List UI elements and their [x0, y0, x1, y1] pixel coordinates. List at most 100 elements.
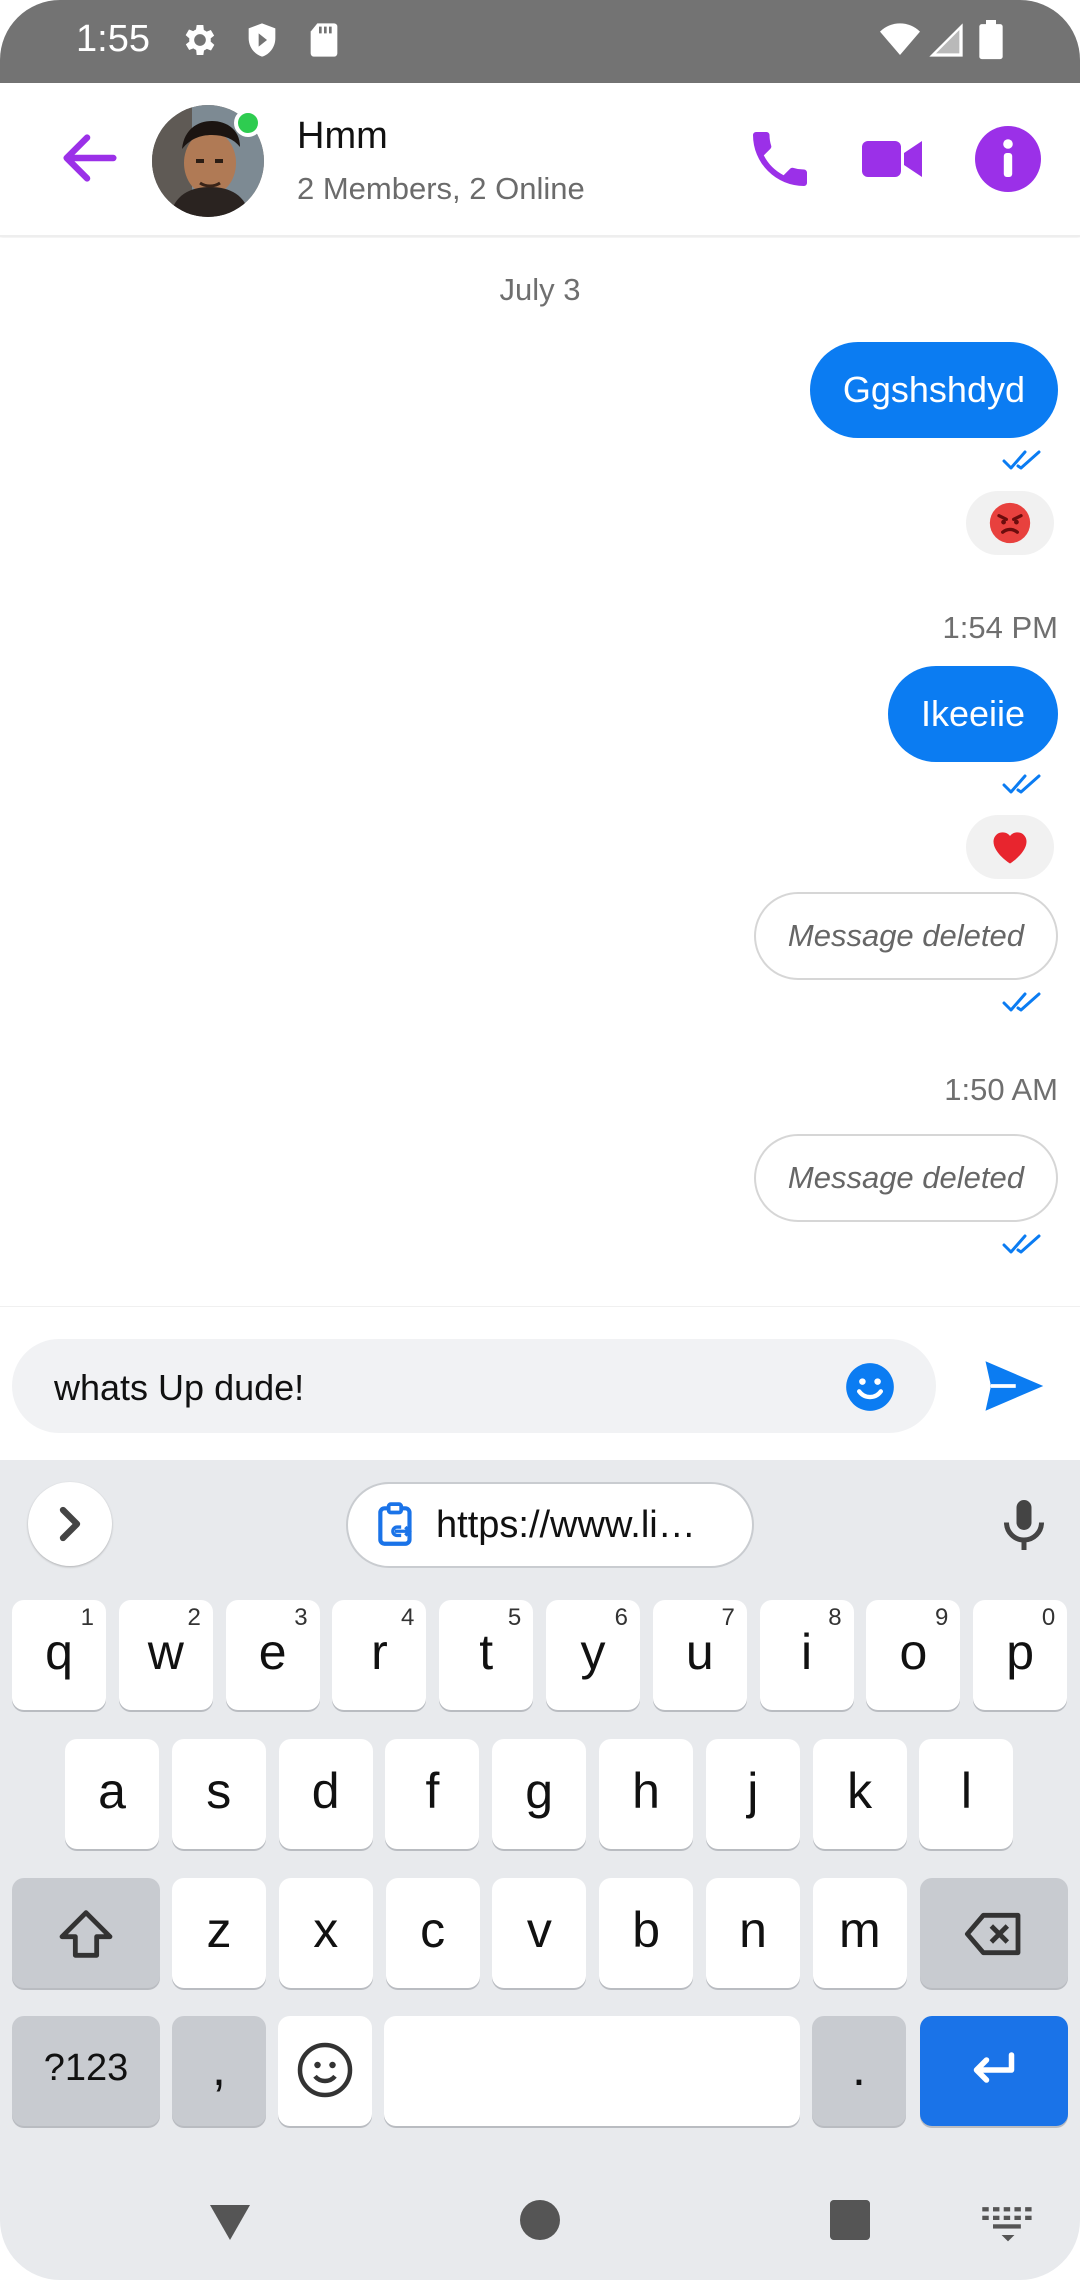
comma-key[interactable]: , — [172, 2016, 266, 2126]
date-separator: July 3 — [499, 272, 581, 307]
period-key[interactable]: . — [812, 2016, 906, 2126]
emoji-button[interactable] — [844, 1361, 896, 1413]
key-q[interactable]: q1 — [12, 1600, 106, 1710]
enter-arrow-icon — [973, 2052, 1015, 2083]
key-i[interactable]: i8 — [759, 1600, 854, 1710]
shift-key[interactable] — [12, 1878, 160, 1988]
message-reaction[interactable] — [966, 491, 1054, 555]
sent-message-bubble[interactable]: Ikeeiie — [887, 666, 1058, 762]
key-x[interactable]: x — [278, 1878, 373, 1988]
keyboard-toolbar-expand-button[interactable] — [28, 1482, 112, 1566]
keyboard-switch-button[interactable] — [978, 2190, 1048, 2250]
voice-input-button[interactable] — [994, 1490, 1054, 1560]
key-u[interactable]: u7 — [652, 1600, 747, 1710]
key-p[interactable]: p0 — [973, 1600, 1068, 1710]
read-receipt-icon — [1002, 774, 1041, 794]
arrow-left-icon — [63, 134, 117, 182]
key-number-hint: 5 — [507, 1604, 522, 1631]
emoji-key[interactable] — [278, 2016, 372, 2126]
deleted-message-bubble[interactable]: Message deleted — [753, 892, 1058, 980]
key-a[interactable]: a — [65, 1739, 159, 1849]
shield-icon — [242, 20, 282, 60]
voice-call-button[interactable] — [744, 123, 816, 195]
key-h[interactable]: h — [599, 1739, 693, 1849]
recents-nav-button[interactable] — [820, 2190, 880, 2250]
message-input-text: whats Up dude! — [54, 1367, 305, 1408]
key-z[interactable]: z — [172, 1878, 266, 1988]
shift-icon — [59, 1910, 113, 1958]
key-label: t — [479, 1624, 494, 1680]
key-label: q — [45, 1624, 73, 1680]
key-d[interactable]: d — [278, 1739, 373, 1849]
key-t[interactable]: t5 — [439, 1600, 534, 1710]
smiley-icon — [297, 2042, 353, 2098]
video-camera-icon — [862, 141, 922, 177]
microphone-icon — [1004, 1500, 1044, 1550]
sent-message-bubble[interactable]: Ggshshdyd — [809, 342, 1058, 438]
message-timestamp: 1:50 AM — [944, 1072, 1058, 1107]
key-j[interactable]: j — [705, 1739, 800, 1849]
read-receipt-icon — [1002, 1234, 1041, 1254]
message-timestamp: 1:54 PM — [942, 610, 1058, 645]
wifi-icon — [878, 20, 922, 60]
key-m[interactable]: m — [812, 1878, 907, 1988]
send-button[interactable] — [980, 1353, 1046, 1419]
key-label: w — [147, 1624, 184, 1680]
symbols-key[interactable]: ?123 — [12, 2016, 160, 2126]
clipboard-link-icon — [378, 1502, 412, 1546]
navigation-bar — [0, 2160, 1080, 2280]
battery-icon — [974, 20, 1008, 60]
key-number-hint: 6 — [614, 1604, 628, 1631]
key-b[interactable]: b — [599, 1878, 694, 1988]
key-l[interactable]: l — [919, 1739, 1014, 1849]
angry-face-icon — [989, 502, 1031, 544]
key-f[interactable]: f — [385, 1739, 480, 1849]
status-time: 1:55 — [76, 18, 150, 60]
square-icon — [830, 2200, 870, 2240]
message-reaction[interactable] — [966, 815, 1054, 879]
back-button[interactable] — [55, 123, 125, 193]
key-e[interactable]: e3 — [225, 1600, 320, 1710]
message-input[interactable]: whats Up dude! — [12, 1339, 936, 1433]
heart-icon — [993, 832, 1027, 864]
message-list[interactable]: July 3 Ggshshdyd 1:54 PM Ikeeiie Message… — [0, 238, 1080, 1306]
key-g[interactable]: g — [492, 1739, 587, 1849]
key-c[interactable]: c — [385, 1878, 480, 1988]
key-y[interactable]: y6 — [546, 1600, 640, 1710]
deleted-message-bubble[interactable]: Message deleted — [753, 1134, 1058, 1222]
info-button[interactable] — [972, 123, 1044, 195]
key-s[interactable]: s — [171, 1739, 266, 1849]
key-label: y — [580, 1624, 606, 1680]
video-call-button[interactable] — [856, 123, 928, 195]
chevron-right-icon — [59, 1506, 81, 1542]
key-label: p — [1006, 1624, 1035, 1680]
key-w[interactable]: w2 — [118, 1600, 213, 1710]
key-label: r — [371, 1624, 388, 1680]
online-indicator — [234, 109, 262, 137]
clipboard-suggestion-chip[interactable]: https://www.li… — [346, 1482, 754, 1568]
send-icon — [985, 1361, 1044, 1411]
key-r[interactable]: r4 — [332, 1600, 427, 1710]
chat-subtitle: 2 Members, 2 Online — [297, 171, 585, 206]
key-n[interactable]: n — [706, 1878, 800, 1988]
chat-header: Hmm 2 Members, 2 Online — [0, 83, 1080, 237]
key-number-hint: 7 — [721, 1604, 735, 1631]
key-o[interactable]: o9 — [866, 1600, 961, 1710]
home-nav-button[interactable] — [510, 2190, 570, 2250]
key-number-hint: 1 — [80, 1604, 94, 1631]
read-receipt-icon — [1002, 992, 1041, 1012]
back-nav-button[interactable] — [200, 2190, 260, 2250]
key-number-hint: 9 — [935, 1604, 949, 1631]
space-key[interactable] — [384, 2016, 800, 2126]
key-number-hint: 3 — [294, 1604, 308, 1631]
key-v[interactable]: v — [492, 1878, 587, 1988]
info-icon — [975, 126, 1041, 192]
sd-card-icon — [304, 20, 344, 60]
key-number-hint: 0 — [1041, 1604, 1056, 1631]
chat-title: Hmm — [297, 115, 388, 157]
key-k[interactable]: k — [812, 1739, 907, 1849]
backspace-key[interactable] — [920, 1878, 1068, 1988]
key-number-hint: 2 — [187, 1604, 201, 1631]
keyboard-icon — [982, 2207, 1032, 2242]
enter-key[interactable] — [920, 2016, 1068, 2126]
